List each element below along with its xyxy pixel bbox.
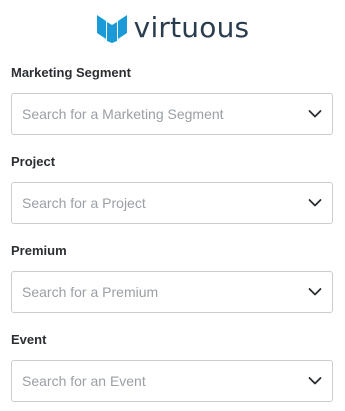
marketing-segment-field: Marketing Segment Search for a Marketing…: [11, 65, 333, 135]
premium-field: Premium Search for a Premium: [11, 243, 333, 313]
chevron-down-icon[interactable]: [308, 198, 322, 208]
premium-placeholder: Search for a Premium: [22, 284, 159, 300]
project-select[interactable]: Search for a Project: [11, 182, 333, 224]
chevron-down-icon[interactable]: [308, 109, 322, 119]
project-placeholder: Search for a Project: [22, 195, 146, 211]
event-placeholder: Search for an Event: [22, 373, 146, 389]
premium-select[interactable]: Search for a Premium: [11, 271, 333, 313]
premium-label: Premium: [11, 243, 67, 258]
event-label: Event: [11, 332, 47, 347]
chevron-down-icon[interactable]: [308, 287, 322, 297]
virtuous-logo-icon: [96, 15, 127, 43]
virtuous-logo: virtuous: [0, 12, 345, 44]
event-select[interactable]: Search for an Event: [11, 360, 333, 402]
marketing-segment-label: Marketing Segment: [11, 65, 131, 80]
marketing-segment-select[interactable]: Search for a Marketing Segment: [11, 93, 333, 135]
logo-wordmark: virtuous: [133, 11, 250, 44]
chevron-down-icon[interactable]: [308, 376, 322, 386]
project-label: Project: [11, 154, 56, 169]
marketing-segment-placeholder: Search for a Marketing Segment: [22, 106, 224, 122]
project-field: Project Search for a Project: [11, 154, 333, 224]
event-field: Event Search for an Event: [11, 332, 333, 402]
